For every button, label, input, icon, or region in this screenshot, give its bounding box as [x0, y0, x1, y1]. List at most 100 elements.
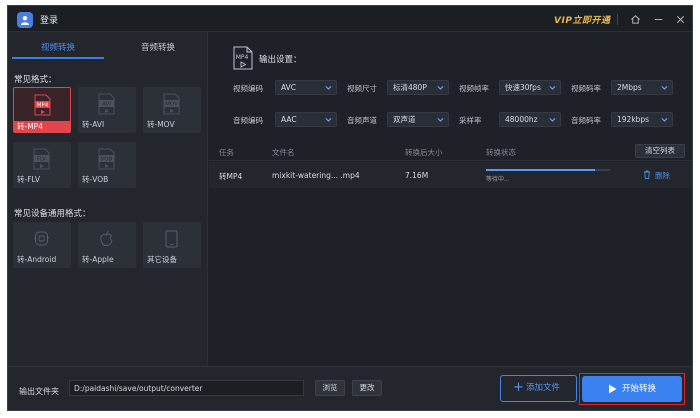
- task-type: 转MP4: [219, 172, 243, 181]
- format-mov[interactable]: MOV 转-MOV: [143, 87, 201, 133]
- android-icon: [34, 231, 49, 246]
- chevron-down-icon: [661, 118, 668, 122]
- tablet-icon: [165, 230, 178, 248]
- format-label: 转-VOB: [82, 175, 109, 184]
- audio-codec-label: 音频编码: [233, 116, 263, 125]
- select-value: 标清480P: [393, 83, 427, 92]
- active-tab-indicator: [12, 57, 104, 59]
- delete-task-link[interactable]: 删除: [655, 170, 670, 181]
- title-bar: 登录 VIP立即开通: [8, 6, 692, 32]
- format-mp4[interactable]: MP4 转-MP4: [13, 87, 71, 133]
- chevron-down-icon: [437, 118, 444, 122]
- chevron-down-icon: [661, 86, 668, 90]
- vip-activate-link[interactable]: VIP立即开通: [554, 13, 610, 26]
- format-panel: 视频转换 音频转换 常见格式： MP4 转-MP4 AVI 转-AVI MOV …: [8, 32, 208, 366]
- avi-file-icon: AVI: [98, 93, 115, 115]
- task-list-header: 任务 文件名 转换后大小 转换状态 清空列表: [209, 139, 692, 161]
- task-progress-bar: [486, 169, 610, 171]
- add-file-label: 添加文件: [526, 383, 561, 393]
- svg-text:MOV: MOV: [165, 102, 178, 108]
- mov-file-icon: MOV: [163, 93, 180, 115]
- clear-list-button[interactable]: 清空列表: [635, 144, 685, 158]
- add-file-button[interactable]: + 添加文件: [500, 375, 577, 402]
- tab-audio-convert[interactable]: 音频转换: [141, 41, 175, 53]
- select-value: AAC: [281, 115, 297, 124]
- change-button[interactable]: 更改: [352, 380, 382, 396]
- play-icon: [609, 384, 617, 394]
- chevron-down-icon: [549, 118, 556, 122]
- chevron-down-icon: [325, 118, 332, 122]
- tab-video-convert[interactable]: 视频转换: [41, 41, 75, 53]
- select-value: 192kbps: [617, 115, 650, 124]
- app-logo-icon: [17, 12, 33, 28]
- device-formats-label: 常见设备通用格式：: [14, 209, 91, 219]
- conversion-tabs: 视频转换 音频转换: [8, 32, 208, 60]
- device-label: 转-Apple: [82, 255, 114, 264]
- chevron-down-icon: [437, 86, 444, 90]
- chevron-down-icon: [325, 86, 332, 90]
- close-icon[interactable]: [673, 12, 687, 26]
- format-vob[interactable]: VOB 转-VOB: [78, 142, 136, 188]
- video-size-label: 视频尺寸: [347, 84, 377, 93]
- sample-rate-select[interactable]: 48000hz: [499, 112, 561, 127]
- svg-text:MP4: MP4: [236, 54, 249, 61]
- device-label: 转-Android: [17, 255, 57, 264]
- video-size-select[interactable]: 标清480P: [387, 80, 449, 95]
- svg-text:AVI: AVI: [102, 102, 111, 108]
- audio-codec-select[interactable]: AAC: [275, 112, 337, 127]
- task-progress-fill: [486, 169, 596, 171]
- common-formats-label: 常见格式：: [14, 75, 57, 85]
- video-bitrate-label: 视频码率: [571, 84, 601, 93]
- audio-channel-label: 音频声道: [347, 116, 377, 125]
- device-label: 其它设备: [147, 255, 177, 264]
- bottom-bar: 输出文件夹 浏览 更改 + 添加文件 开始转换: [8, 366, 692, 410]
- device-other[interactable]: 其它设备: [143, 222, 201, 268]
- format-avi[interactable]: AVI 转-AVI: [78, 87, 136, 133]
- svg-text:VOB: VOB: [101, 157, 113, 163]
- video-codec-label: 视频编码: [233, 84, 263, 93]
- browse-button[interactable]: 浏览: [315, 380, 345, 396]
- plus-icon: +: [513, 380, 524, 395]
- header-size-after: 转换后大小: [405, 148, 443, 157]
- select-value: 2Mbps: [617, 83, 642, 92]
- device-android[interactable]: 转-Android: [13, 222, 71, 268]
- title-separator: [617, 14, 618, 25]
- format-flv[interactable]: FLV 转-FLV: [13, 142, 71, 188]
- svg-text:FLV: FLV: [37, 157, 47, 163]
- header-task: 任务: [219, 148, 234, 157]
- video-bitrate-select[interactable]: 2Mbps: [611, 80, 673, 95]
- select-value: 双声道: [393, 115, 416, 124]
- task-size: 7.16M: [405, 171, 429, 180]
- video-framerate-label: 视频帧率: [459, 84, 489, 93]
- select-value: 快速30fps: [505, 83, 541, 92]
- task-row[interactable]: 转MP4 mixkit-watering... .mp4 7.16M 等待中..…: [209, 162, 692, 188]
- svg-text:MP4: MP4: [37, 103, 49, 109]
- login-link[interactable]: 登录: [40, 13, 58, 26]
- task-status-text: 等待中...: [486, 176, 510, 183]
- output-path-input[interactable]: [69, 380, 304, 396]
- start-button-highlight: 开始转换: [579, 373, 685, 405]
- task-file-name: mixkit-watering... .mp4: [272, 171, 360, 180]
- format-label: 转-FLV: [17, 175, 41, 184]
- app-window: 登录 VIP立即开通 视频转换 音频转换 常见格式： MP4 转-MP4 AVI…: [7, 5, 693, 411]
- mp4-file-icon: MP4: [34, 94, 51, 116]
- video-framerate-select[interactable]: 快速30fps: [499, 80, 561, 95]
- audio-channel-select[interactable]: 双声道: [387, 112, 449, 127]
- format-label: 转-AVI: [82, 120, 105, 129]
- format-label: 转-MP4: [14, 121, 70, 132]
- video-codec-select[interactable]: AVC: [275, 80, 337, 95]
- output-settings-title: 输出设置：: [259, 55, 302, 65]
- start-convert-button[interactable]: 开始转换: [582, 376, 682, 402]
- apple-icon: [100, 231, 113, 246]
- flv-file-icon: FLV: [33, 148, 50, 170]
- device-apple[interactable]: 转-Apple: [78, 222, 136, 268]
- chevron-down-icon: [549, 86, 556, 90]
- trash-icon[interactable]: [643, 170, 651, 179]
- start-convert-label: 开始转换: [622, 384, 657, 394]
- audio-bitrate-select[interactable]: 192kbps: [611, 112, 673, 127]
- home-icon[interactable]: [628, 12, 642, 26]
- minimize-icon[interactable]: [651, 12, 665, 26]
- format-label: 转-MOV: [147, 120, 175, 129]
- sample-rate-label: 采样率: [459, 116, 482, 125]
- output-folder-label: 输出文件夹: [19, 387, 59, 396]
